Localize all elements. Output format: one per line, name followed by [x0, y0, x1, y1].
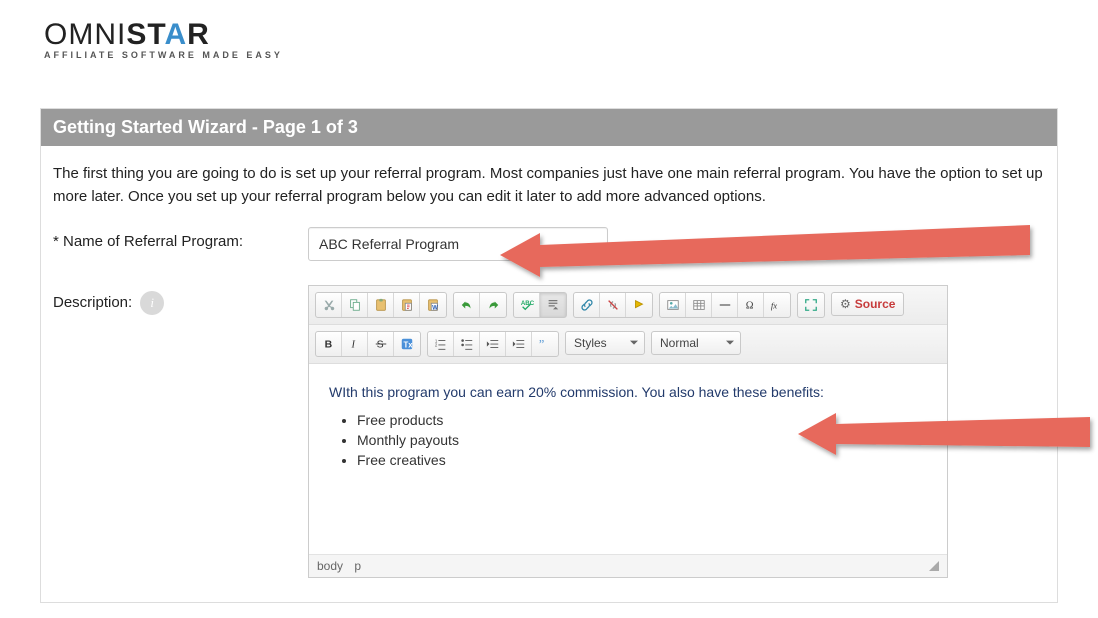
editor-content[interactable]: WIth this program you can earn 20% commi… — [309, 364, 947, 554]
spellcheck-button[interactable]: ABC — [514, 293, 540, 317]
function-button[interactable]: fx — [764, 293, 790, 317]
image-button[interactable] — [660, 293, 686, 317]
editor-bullet: Free products — [357, 412, 927, 428]
copy-button[interactable] — [342, 293, 368, 317]
styles-select[interactable]: Styles — [565, 331, 645, 355]
path-crumb-body[interactable]: body — [317, 559, 343, 573]
logo-brand: OMNISTAR — [44, 18, 1058, 52]
svg-text:S: S — [376, 338, 383, 350]
paste-word-button[interactable]: W — [420, 293, 446, 317]
form-row-name: * Name of Referral Program: — [53, 227, 1045, 261]
format-select[interactable]: Normal — [651, 331, 741, 355]
rich-text-editor: W ABC — [308, 285, 948, 578]
cut-button[interactable] — [316, 293, 342, 317]
svg-text:B: B — [324, 338, 332, 350]
svg-text:”: ” — [539, 337, 544, 351]
indent-button[interactable] — [506, 332, 532, 356]
editor-bullet: Monthly payouts — [357, 432, 927, 448]
logo-tagline: AFFILIATE SOFTWARE MADE EASY — [44, 50, 1058, 60]
ordered-list-button[interactable]: 12 — [428, 332, 454, 356]
wizard-intro: The first thing you are going to do is s… — [53, 162, 1045, 209]
svg-text:Tx: Tx — [404, 340, 414, 349]
logo-text-accent: A — [164, 18, 187, 51]
toolbar-row-2: B I S Tx 12 ” Style — [309, 325, 947, 364]
svg-text:I: I — [350, 339, 355, 350]
logo-text-mid: ST — [126, 18, 164, 51]
redo-button[interactable] — [480, 293, 506, 317]
unlink-button[interactable] — [600, 293, 626, 317]
remove-format-button[interactable]: Tx — [394, 332, 420, 356]
specialchar-button[interactable]: Ω — [738, 293, 764, 317]
source-gear-icon: ⚙ — [840, 297, 851, 311]
svg-text:ABC: ABC — [520, 300, 533, 307]
source-button[interactable]: ⚙ Source — [831, 292, 904, 316]
outdent-button[interactable] — [480, 332, 506, 356]
logo-text-left: OMNI — [44, 18, 126, 51]
info-icon[interactable]: i — [140, 291, 164, 315]
italic-button[interactable]: I — [342, 332, 368, 356]
description-label: Description: i — [53, 285, 308, 315]
paste-button[interactable] — [368, 293, 394, 317]
bold-button[interactable]: B — [316, 332, 342, 356]
svg-text:fx: fx — [771, 300, 777, 310]
wizard-body: The first thing you are going to do is s… — [41, 146, 1057, 578]
unordered-list-button[interactable] — [454, 332, 480, 356]
styles-select-label: Styles — [574, 336, 607, 350]
wizard-heading: Getting Started Wizard - Page 1 of 3 — [41, 109, 1057, 146]
toolbar-row-1: W ABC — [309, 286, 947, 325]
svg-text:W: W — [432, 304, 438, 311]
svg-text:2: 2 — [434, 342, 437, 347]
format-select-label: Normal — [660, 336, 699, 350]
resize-grip-icon[interactable] — [929, 561, 939, 571]
source-label: Source — [855, 297, 896, 311]
blockquote-button[interactable]: ” — [532, 332, 558, 356]
table-button[interactable] — [686, 293, 712, 317]
logo: OMNISTAR AFFILIATE SOFTWARE MADE EASY — [40, 0, 1058, 68]
name-input[interactable] — [308, 227, 608, 261]
name-label: * Name of Referral Program: — [53, 227, 308, 250]
strike-button[interactable]: S — [368, 332, 394, 356]
anchor-button[interactable] — [626, 293, 652, 317]
undo-button[interactable] — [454, 293, 480, 317]
link-button[interactable] — [574, 293, 600, 317]
showblocks-button[interactable] — [540, 293, 566, 317]
form-row-description: Description: i W — [53, 285, 1045, 578]
hr-button[interactable] — [712, 293, 738, 317]
maximize-button[interactable] — [798, 293, 824, 317]
editor-paragraph: WIth this program you can earn 20% commi… — [329, 384, 927, 400]
path-crumb-p[interactable]: p — [354, 559, 361, 573]
editor-path-bar: body p — [309, 554, 947, 577]
paste-text-button[interactable] — [394, 293, 420, 317]
wizard-panel: Getting Started Wizard - Page 1 of 3 The… — [40, 108, 1058, 603]
description-label-text: Description: — [53, 294, 132, 311]
editor-bullet-list: Free products Monthly payouts Free creat… — [357, 412, 927, 468]
editor-bullet: Free creatives — [357, 452, 927, 468]
logo-text-right: R — [187, 18, 210, 51]
svg-text:Ω: Ω — [745, 300, 753, 311]
